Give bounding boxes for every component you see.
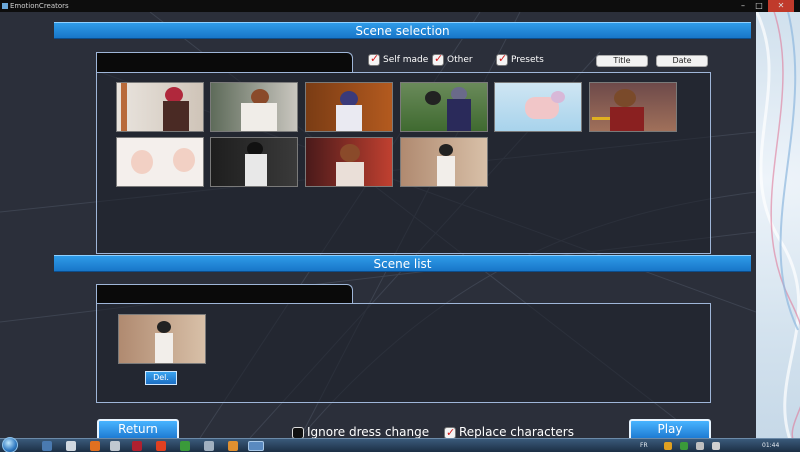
replace-characters-label: Replace characters [459,425,574,439]
taskbar-app-icon[interactable] [132,441,142,451]
taskbar: FR 01:44 [0,437,800,452]
checkmark-icon: ✓ [370,51,380,65]
filter-other[interactable]: ✓ Other [432,51,473,67]
taskbar-app-icon[interactable] [156,441,166,451]
start-button-icon[interactable] [2,437,18,452]
taskbar-app-icon[interactable] [180,441,190,451]
scene-selection-header: Scene selection [54,22,751,39]
taskbar-app-icon[interactable] [228,441,238,451]
tray-icon[interactable] [664,442,672,450]
scene-thumbnail[interactable] [400,82,488,132]
ignore-dress-label: Ignore dress change [307,425,430,439]
scene-thumbnail[interactable] [210,82,298,132]
checkmark-icon: ✓ [498,51,508,65]
taskbar-app-icon[interactable] [110,441,120,451]
presets-checkbox[interactable]: ✓ [496,51,508,66]
scene-list-thumbnail[interactable] [118,314,206,364]
scene-thumbnail[interactable] [305,137,393,187]
self-made-checkbox[interactable]: ✓ [368,51,380,66]
filter-self-made[interactable]: ✓ Self made [368,51,429,67]
language-indicator[interactable]: FR [640,440,648,451]
scene-list-header: Scene list [54,255,751,272]
scene-list-title: Scene list [373,257,432,271]
other-label: Other [447,55,473,65]
app-icon [2,3,8,9]
window-titlebar[interactable]: EmotionCreators – □ ✕ [0,0,800,12]
self-made-label: Self made [383,55,429,65]
taskbar-app-icon[interactable] [90,441,100,451]
ignore-dress-checkbox[interactable] [292,426,304,439]
scene-thumbnail[interactable] [305,82,393,132]
sort-title-button[interactable]: Title [596,55,648,67]
filter-presets[interactable]: ✓ Presets [496,51,544,67]
clock[interactable]: 01:44 [762,440,779,451]
replace-characters-checkbox[interactable]: ✓ [444,426,456,439]
scene-thumbnail[interactable] [116,137,204,187]
network-icon[interactable] [696,442,704,450]
tray-icon[interactable] [680,442,688,450]
window-title: EmotionCreators [10,2,69,10]
taskbar-app-icon[interactable] [42,441,52,451]
sort-date-button[interactable]: Date [656,55,708,67]
volume-icon[interactable] [712,442,720,450]
delete-button[interactable]: Del. [145,371,177,385]
taskbar-app-icon[interactable] [204,441,214,451]
taskbar-app-icon[interactable] [248,441,264,451]
scene-selection-title: Scene selection [355,24,450,38]
presets-label: Presets [511,55,544,65]
maximize-icon[interactable]: □ [752,0,766,12]
minimize-icon[interactable]: – [736,0,750,12]
scene-selection-tab [96,52,353,72]
scene-thumbnail[interactable] [210,137,298,187]
scene-list-tab [96,284,353,304]
other-checkbox[interactable]: ✓ [432,51,444,66]
taskbar-app-icon[interactable] [66,441,76,451]
close-icon[interactable]: ✕ [768,0,794,12]
scene-thumbnail[interactable] [589,82,677,132]
scene-thumbnail[interactable] [494,82,582,132]
scene-thumbnail[interactable] [116,82,204,132]
checkmark-icon: ✓ [434,51,444,65]
scene-thumbnail[interactable] [400,137,488,187]
